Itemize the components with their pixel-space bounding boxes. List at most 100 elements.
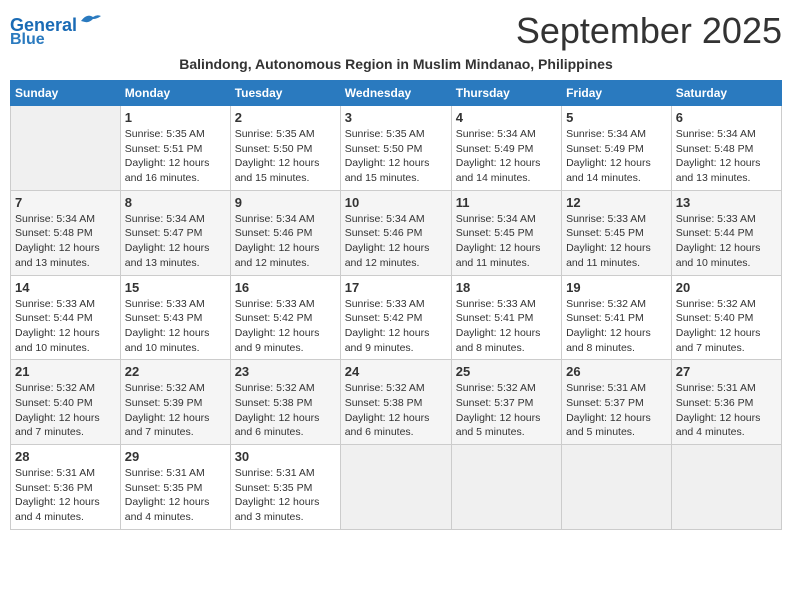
calendar-cell: 22 Sunrise: 5:32 AMSunset: 5:39 PMDayligh…	[120, 360, 230, 445]
day-number: 8	[125, 195, 226, 210]
day-info: Sunrise: 5:33 AMSunset: 5:44 PMDaylight:…	[676, 212, 777, 271]
day-info: Sunrise: 5:33 AMSunset: 5:42 PMDaylight:…	[345, 297, 447, 356]
calendar-cell: 9 Sunrise: 5:34 AMSunset: 5:46 PMDaylight…	[230, 190, 340, 275]
day-info: Sunrise: 5:32 AMSunset: 5:38 PMDaylight:…	[235, 381, 336, 440]
day-info: Sunrise: 5:33 AMSunset: 5:45 PMDaylight:…	[566, 212, 667, 271]
day-info: Sunrise: 5:31 AMSunset: 5:36 PMDaylight:…	[676, 381, 777, 440]
day-number: 26	[566, 364, 667, 379]
day-number: 9	[235, 195, 336, 210]
bird-icon	[79, 13, 101, 29]
calendar-cell: 10 Sunrise: 5:34 AMSunset: 5:46 PMDayligh…	[340, 190, 451, 275]
calendar-cell: 2 Sunrise: 5:35 AMSunset: 5:50 PMDaylight…	[230, 106, 340, 191]
calendar-cell: 18 Sunrise: 5:33 AMSunset: 5:41 PMDayligh…	[451, 275, 561, 360]
calendar-cell: 16 Sunrise: 5:33 AMSunset: 5:42 PMDayligh…	[230, 275, 340, 360]
day-number: 20	[676, 280, 777, 295]
page-header: General Blue September 2025	[10, 10, 782, 52]
day-number: 4	[456, 110, 557, 125]
calendar-cell: 17 Sunrise: 5:33 AMSunset: 5:42 PMDayligh…	[340, 275, 451, 360]
calendar-cell: 12 Sunrise: 5:33 AMSunset: 5:45 PMDayligh…	[562, 190, 672, 275]
calendar-table: SundayMondayTuesdayWednesdayThursdayFrid…	[10, 80, 782, 530]
day-info: Sunrise: 5:33 AMSunset: 5:43 PMDaylight:…	[125, 297, 226, 356]
calendar-cell: 26 Sunrise: 5:31 AMSunset: 5:37 PMDayligh…	[562, 360, 672, 445]
day-info: Sunrise: 5:33 AMSunset: 5:44 PMDaylight:…	[15, 297, 116, 356]
logo-blue-text: Blue	[10, 32, 45, 48]
calendar-cell: 25Sunrise: 5:32 AMSunset: 5:37 PMDayligh…	[451, 360, 561, 445]
weekday-header-tuesday: Tuesday	[230, 81, 340, 106]
day-info: Sunrise: 5:31 AMSunset: 5:37 PMDaylight:…	[566, 381, 667, 440]
calendar-cell: 24Sunrise: 5:32 AMSunset: 5:38 PMDayligh…	[340, 360, 451, 445]
calendar-cell: 21Sunrise: 5:32 AMSunset: 5:40 PMDayligh…	[11, 360, 121, 445]
calendar-cell: 8 Sunrise: 5:34 AMSunset: 5:47 PMDaylight…	[120, 190, 230, 275]
calendar-cell: 3Sunrise: 5:35 AMSunset: 5:50 PMDaylight…	[340, 106, 451, 191]
day-info: Sunrise: 5:34 AMSunset: 5:47 PMDaylight:…	[125, 212, 226, 271]
day-info: Sunrise: 5:32 AMSunset: 5:40 PMDaylight:…	[676, 297, 777, 356]
day-info: Sunrise: 5:34 AMSunset: 5:45 PMDaylight:…	[456, 212, 557, 271]
calendar-cell	[11, 106, 121, 191]
day-info: Sunrise: 5:32 AMSunset: 5:39 PMDaylight:…	[125, 381, 226, 440]
day-number: 28	[15, 449, 116, 464]
calendar-cell: 28 Sunrise: 5:31 AMSunset: 5:36 PMDayligh…	[11, 445, 121, 530]
day-info: Sunrise: 5:34 AMSunset: 5:48 PMDaylight:…	[676, 127, 777, 186]
calendar-cell: 23 Sunrise: 5:32 AMSunset: 5:38 PMDayligh…	[230, 360, 340, 445]
calendar-cell: 15 Sunrise: 5:33 AMSunset: 5:43 PMDayligh…	[120, 275, 230, 360]
day-number: 22	[125, 364, 226, 379]
day-number: 17	[345, 280, 447, 295]
month-title: September 2025	[516, 10, 782, 52]
calendar-cell	[671, 445, 781, 530]
day-number: 12	[566, 195, 667, 210]
weekday-header-sunday: Sunday	[11, 81, 121, 106]
day-number: 27	[676, 364, 777, 379]
day-info: Sunrise: 5:35 AMSunset: 5:51 PMDaylight:…	[125, 127, 226, 186]
page-subtitle: Balindong, Autonomous Region in Muslim M…	[10, 56, 782, 72]
calendar-cell: 11 Sunrise: 5:34 AMSunset: 5:45 PMDayligh…	[451, 190, 561, 275]
day-number: 19	[566, 280, 667, 295]
weekday-header-friday: Friday	[562, 81, 672, 106]
day-number: 11	[456, 195, 557, 210]
day-info: Sunrise: 5:32 AMSunset: 5:41 PMDaylight:…	[566, 297, 667, 356]
day-info: Sunrise: 5:31 AMSunset: 5:36 PMDaylight:…	[15, 466, 116, 525]
weekday-header-monday: Monday	[120, 81, 230, 106]
day-number: 3	[345, 110, 447, 125]
day-info: Sunrise: 5:33 AMSunset: 5:42 PMDaylight:…	[235, 297, 336, 356]
day-number: 13	[676, 195, 777, 210]
day-number: 10	[345, 195, 447, 210]
day-number: 5	[566, 110, 667, 125]
calendar-cell: 19 Sunrise: 5:32 AMSunset: 5:41 PMDayligh…	[562, 275, 672, 360]
day-number: 29	[125, 449, 226, 464]
day-number: 25	[456, 364, 557, 379]
day-info: Sunrise: 5:34 AMSunset: 5:49 PMDaylight:…	[566, 127, 667, 186]
calendar-cell	[451, 445, 561, 530]
day-number: 24	[345, 364, 447, 379]
day-number: 23	[235, 364, 336, 379]
day-number: 1	[125, 110, 226, 125]
calendar-cell: 1 Sunrise: 5:35 AMSunset: 5:51 PMDaylight…	[120, 106, 230, 191]
day-info: Sunrise: 5:34 AMSunset: 5:46 PMDaylight:…	[345, 212, 447, 271]
day-info: Sunrise: 5:33 AMSunset: 5:41 PMDaylight:…	[456, 297, 557, 356]
day-number: 21	[15, 364, 116, 379]
calendar-cell: 27 Sunrise: 5:31 AMSunset: 5:36 PMDayligh…	[671, 360, 781, 445]
day-number: 6	[676, 110, 777, 125]
calendar-cell: 4 Sunrise: 5:34 AMSunset: 5:49 PMDaylight…	[451, 106, 561, 191]
day-info: Sunrise: 5:31 AMSunset: 5:35 PMDaylight:…	[125, 466, 226, 525]
day-info: Sunrise: 5:34 AMSunset: 5:46 PMDaylight:…	[235, 212, 336, 271]
day-info: Sunrise: 5:35 AMSunset: 5:50 PMDaylight:…	[235, 127, 336, 186]
calendar-cell: 7 Sunrise: 5:34 AMSunset: 5:48 PMDaylight…	[11, 190, 121, 275]
day-info: Sunrise: 5:34 AMSunset: 5:48 PMDaylight:…	[15, 212, 116, 271]
weekday-header-wednesday: Wednesday	[340, 81, 451, 106]
day-number: 18	[456, 280, 557, 295]
calendar-cell: 20 Sunrise: 5:32 AMSunset: 5:40 PMDayligh…	[671, 275, 781, 360]
calendar-cell	[340, 445, 451, 530]
day-number: 15	[125, 280, 226, 295]
day-number: 7	[15, 195, 116, 210]
logo: General Blue	[10, 16, 101, 48]
day-number: 16	[235, 280, 336, 295]
calendar-cell: 30Sunrise: 5:31 AMSunset: 5:35 PMDayligh…	[230, 445, 340, 530]
day-number: 2	[235, 110, 336, 125]
calendar-cell: 6 Sunrise: 5:34 AMSunset: 5:48 PMDaylight…	[671, 106, 781, 191]
calendar-cell: 5 Sunrise: 5:34 AMSunset: 5:49 PMDaylight…	[562, 106, 672, 191]
day-number: 14	[15, 280, 116, 295]
weekday-header-thursday: Thursday	[451, 81, 561, 106]
day-info: Sunrise: 5:34 AMSunset: 5:49 PMDaylight:…	[456, 127, 557, 186]
calendar-cell	[562, 445, 672, 530]
calendar-cell: 14 Sunrise: 5:33 AMSunset: 5:44 PMDayligh…	[11, 275, 121, 360]
